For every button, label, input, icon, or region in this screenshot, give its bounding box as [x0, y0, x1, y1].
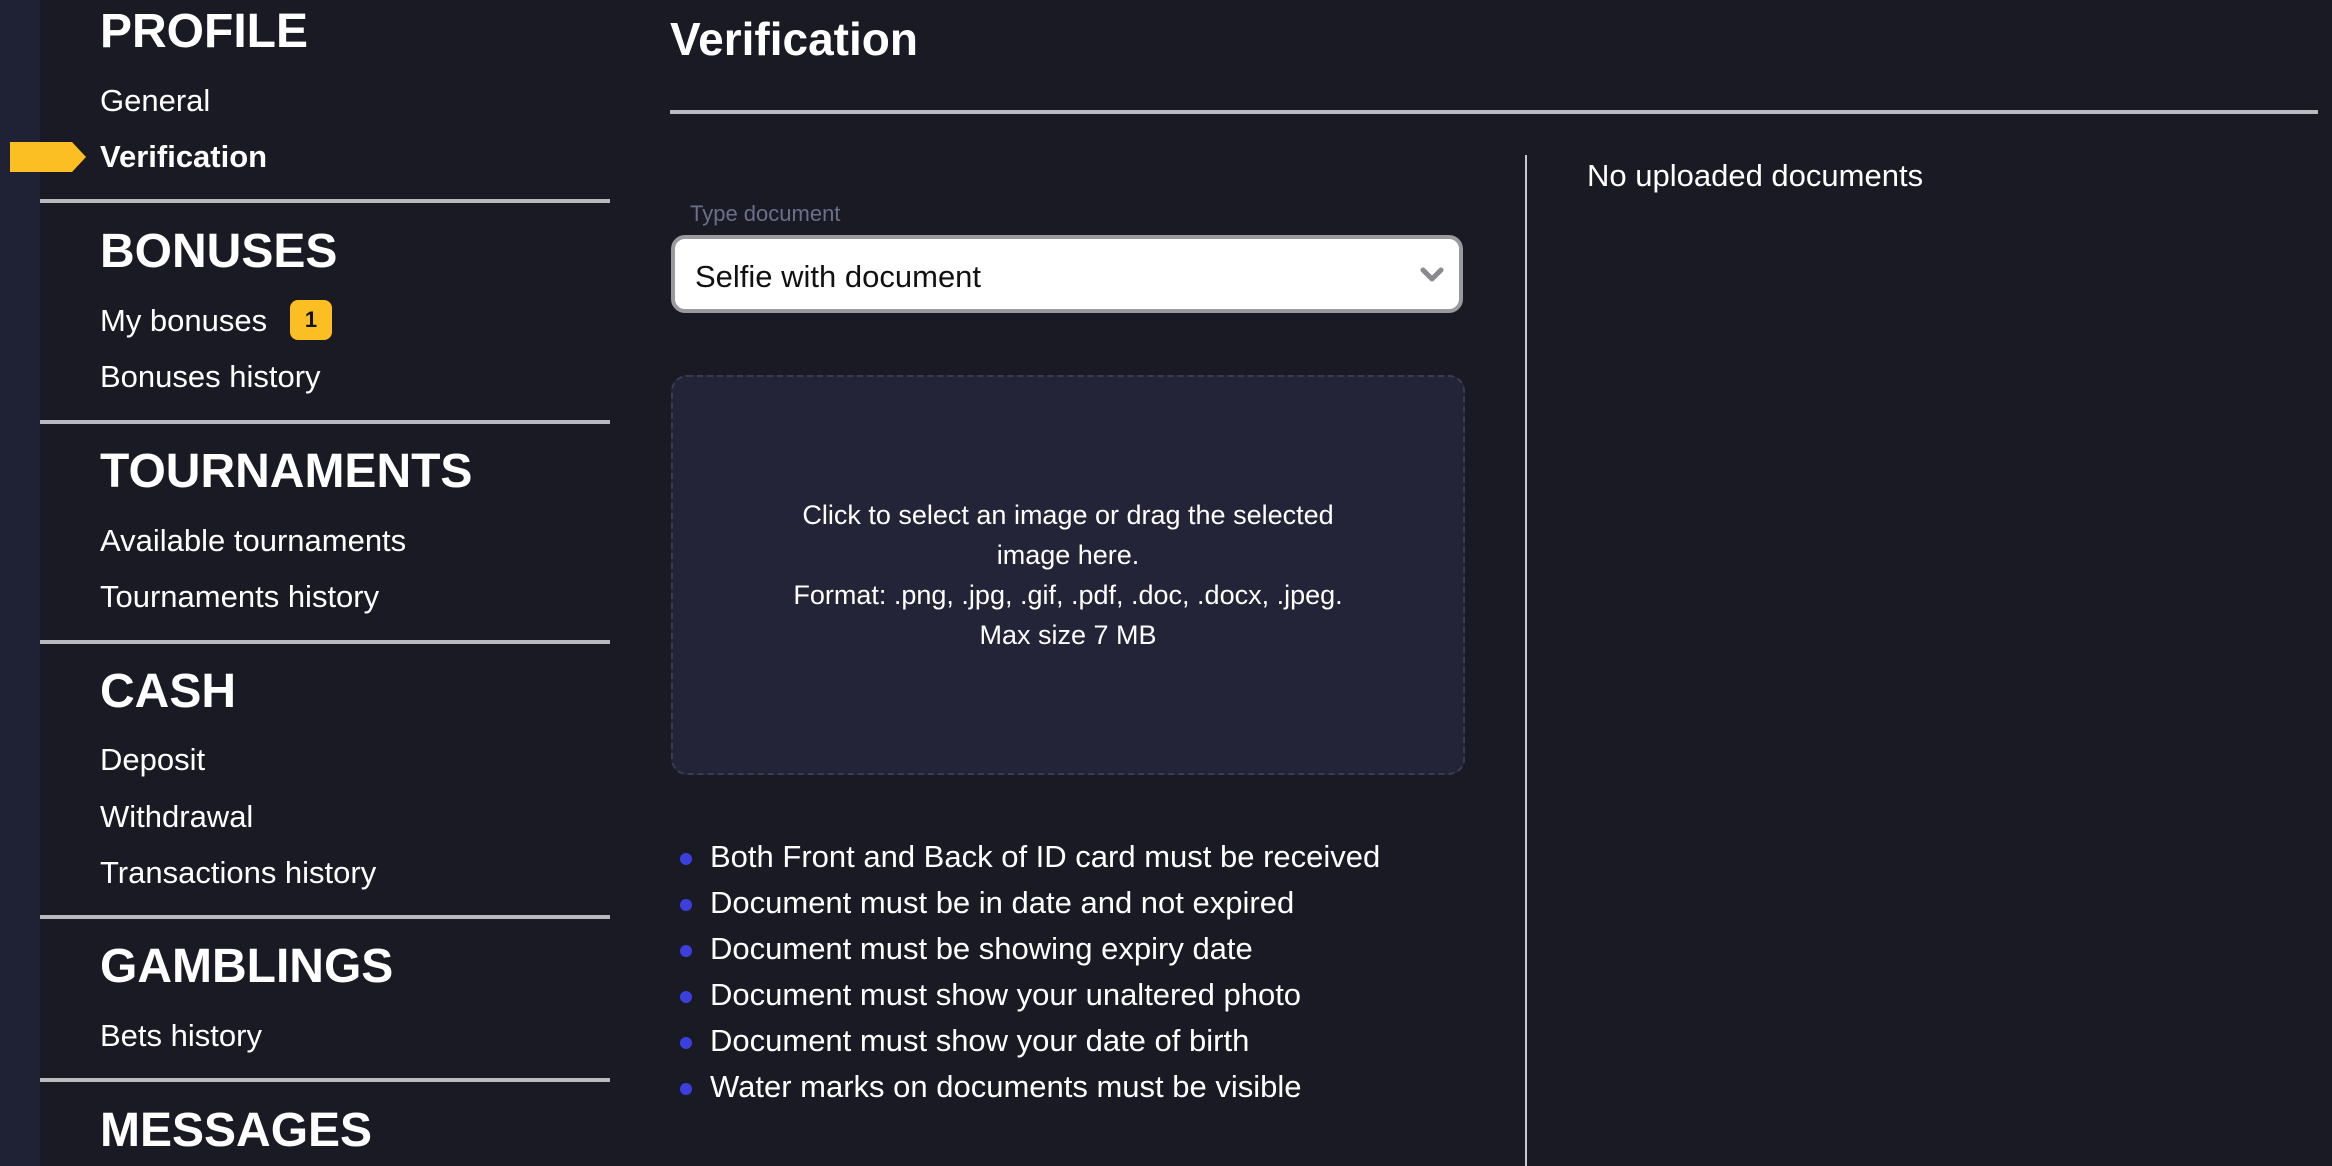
requirement-text: Document must show your unaltered photo [710, 977, 1302, 1012]
sidebar-item-my-bonuses[interactable]: My bonuses [100, 305, 267, 336]
requirement-item: Document must be showing expiry date [680, 928, 1380, 974]
left-strip [0, 0, 40, 1166]
upload-instruction-line: Click to select an image or drag the sel… [802, 500, 1334, 530]
requirement-text: Document must be in date and not expired [710, 885, 1295, 920]
document-type-select[interactable]: Selfie with document [671, 235, 1463, 313]
requirement-text: Document must be showing expiry date [710, 931, 1253, 966]
requirement-item: Document must be in date and not expired [680, 882, 1380, 928]
bullet-icon [680, 991, 692, 1003]
sidebar-item-deposit[interactable]: Deposit [100, 744, 205, 775]
sidebar-item-available-tournaments[interactable]: Available tournaments [100, 525, 406, 556]
sidebar-item-withdrawal[interactable]: Withdrawal [100, 801, 253, 832]
page-title: Verification [670, 13, 918, 65]
arrow-tag-icon [10, 142, 86, 172]
sidebar-item-bonuses-history[interactable]: Bonuses history [100, 361, 321, 392]
sidebar-item-verification[interactable]: Verification [100, 141, 267, 172]
section-title-cash: CASH [100, 665, 237, 718]
sidebar-item-transactions-history[interactable]: Transactions history [100, 857, 376, 888]
sidebar: PROFILE General Verification BONUSES My … [40, 0, 610, 1166]
requirement-text: Water marks on documents must be visible [710, 1069, 1302, 1104]
section-title-gamblings: GAMBLINGS [100, 940, 394, 993]
document-type-label: Type document [690, 201, 841, 226]
sidebar-item-tournaments-history[interactable]: Tournaments history [100, 581, 379, 612]
header-divider [670, 110, 2318, 114]
page: PROFILE General Verification BONUSES My … [0, 0, 2332, 1166]
upload-size-hint: Max size 7 MB [979, 620, 1157, 650]
separator [40, 915, 610, 919]
chevron-down-icon [1420, 267, 1444, 282]
bullet-icon [680, 899, 692, 911]
requirement-item: Water marks on documents must be visible [680, 1066, 1380, 1112]
section-title-messages[interactable]: MESSAGES [100, 1107, 372, 1155]
bullet-icon [680, 1083, 692, 1095]
section-title-bonuses: BONUSES [100, 225, 338, 278]
requirements-list: Both Front and Back of ID card must be r… [680, 836, 1380, 1112]
file-upload-dropzone[interactable]: Click to select an image or drag the sel… [671, 375, 1465, 775]
requirement-text: Document must show your date of birth [710, 1023, 1250, 1058]
separator [40, 420, 610, 424]
requirement-item: Both Front and Back of ID card must be r… [680, 836, 1380, 882]
separator [40, 640, 610, 644]
separator [40, 199, 610, 203]
requirement-text: Both Front and Back of ID card must be r… [710, 839, 1381, 874]
upload-instructions: Click to select an image or drag the sel… [673, 495, 1463, 655]
bullet-icon [680, 1037, 692, 1049]
section-title-tournaments: TOURNAMENTS [100, 445, 473, 498]
upload-instruction-line: image here. [996, 540, 1140, 570]
document-type-value: Selfie with document [695, 259, 982, 294]
sidebar-item-general[interactable]: General [100, 85, 210, 116]
section-title-profile: PROFILE [100, 5, 309, 58]
bullet-icon [680, 853, 692, 865]
uploaded-documents-empty-state: No uploaded documents [1587, 158, 1924, 193]
requirement-item: Document must show your unaltered photo [680, 974, 1380, 1020]
bullet-icon [680, 945, 692, 957]
upload-format-hint: Format: .png, .jpg, .gif, .pdf, .doc, .d… [793, 580, 1343, 610]
column-divider [1525, 155, 1527, 1166]
requirement-item: Document must show your date of birth [680, 1020, 1380, 1066]
bonus-count-badge: 1 [290, 300, 332, 340]
sidebar-item-bets-history[interactable]: Bets history [100, 1020, 262, 1051]
separator [40, 1078, 610, 1082]
